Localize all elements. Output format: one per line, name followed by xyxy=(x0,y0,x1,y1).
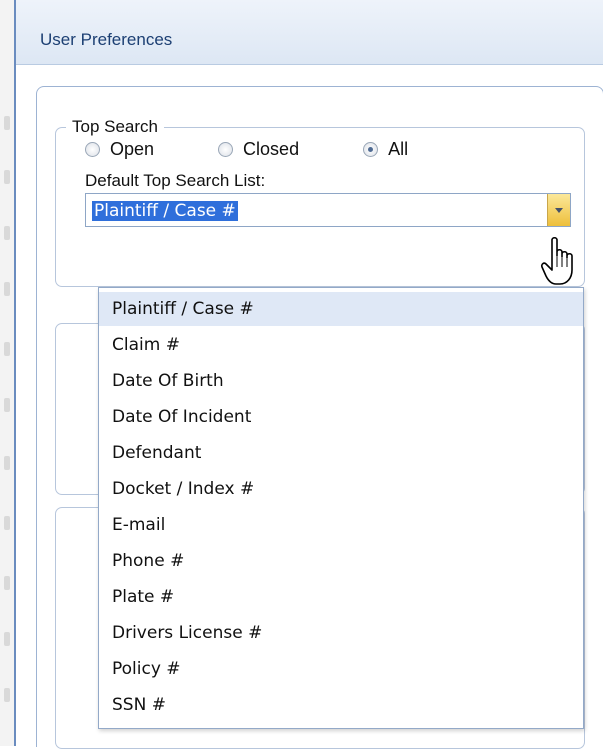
dropdown-option[interactable]: SSN # xyxy=(99,688,583,722)
dropdown-option[interactable]: Phone # xyxy=(99,544,583,578)
radio-open[interactable]: Open xyxy=(85,139,154,160)
radio-all[interactable]: All xyxy=(363,139,408,160)
top-search-legend: Top Search xyxy=(72,117,158,136)
radio-closed-circle[interactable] xyxy=(218,141,234,157)
hand-pointer-icon xyxy=(541,236,573,285)
dropdown-option[interactable]: Date Of Incident xyxy=(99,400,583,434)
dropdown-option[interactable]: Policy # xyxy=(99,652,583,686)
dropdown-option[interactable]: Date Of Birth xyxy=(99,364,583,398)
dropdown-option[interactable]: Docket / Index # xyxy=(99,472,583,506)
top-search-radio-group: Open Closed All xyxy=(85,135,408,163)
radio-closed-label: Closed xyxy=(243,138,300,159)
chevron-down-icon xyxy=(555,207,563,213)
default-top-search-list-label: Default Top Search List: xyxy=(85,171,266,190)
dropdown-option[interactable]: Plate # xyxy=(99,580,583,614)
radio-all-label: All xyxy=(388,138,409,159)
search-list-dropdown: Plaintiff / Case # Claim # Date Of Birth… xyxy=(98,287,584,729)
user-preferences-dialog: User Preferences Top Search Open Closed … xyxy=(14,0,603,749)
radio-all-circle[interactable] xyxy=(363,141,379,157)
radio-open-circle[interactable] xyxy=(85,141,100,157)
radio-closed[interactable]: Closed xyxy=(218,139,299,160)
select-current-value[interactable]: Plaintiff / Case # xyxy=(92,201,238,221)
dropdown-trigger-button[interactable] xyxy=(547,194,570,226)
dropdown-option[interactable]: Defendant xyxy=(99,436,583,470)
dropdown-option[interactable]: Claim # xyxy=(99,328,583,362)
default-top-search-list-select[interactable]: Plaintiff / Case # xyxy=(85,193,571,227)
dropdown-option[interactable]: Drivers License # xyxy=(99,616,583,650)
dialog-title-bar[interactable]: User Preferences xyxy=(16,0,603,65)
dialog-title: User Preferences xyxy=(40,30,173,49)
radio-open-label: Open xyxy=(110,138,155,159)
dropdown-option[interactable]: Plaintiff / Case # xyxy=(99,292,583,326)
background-window-edge xyxy=(0,0,14,746)
dropdown-option[interactable]: E-mail xyxy=(99,508,583,542)
